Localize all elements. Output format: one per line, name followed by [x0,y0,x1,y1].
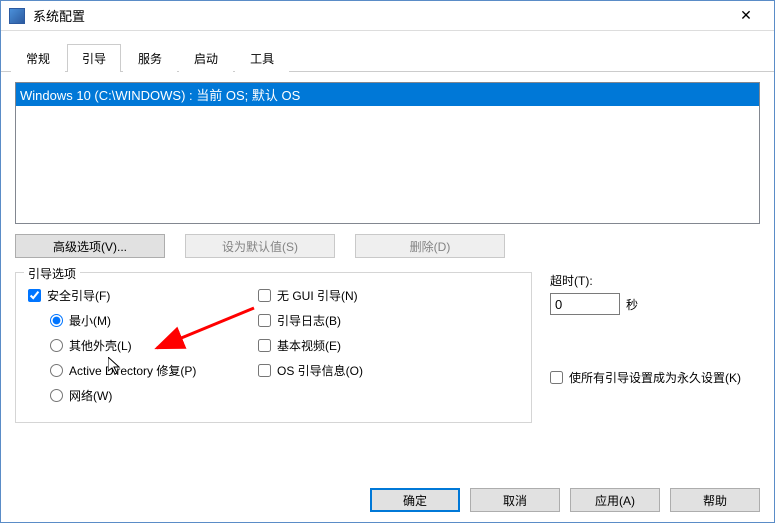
tab-tools[interactable]: 工具 [235,44,289,72]
permanent-input[interactable] [550,371,563,384]
radio-shell-input[interactable] [50,339,63,352]
advanced-options-button[interactable]: 高级选项(V)... [15,234,165,258]
ok-button[interactable]: 确定 [370,488,460,512]
window-title: 系统配置 [33,6,726,25]
app-icon [9,8,25,24]
osinfo-input[interactable] [258,364,271,377]
bootlog-checkbox[interactable]: 引导日志(B) [258,312,519,329]
radio-ad-input[interactable] [50,364,63,377]
safe-boot-input[interactable] [28,289,41,302]
button-row: 高级选项(V)... 设为默认值(S) 删除(D) [15,234,760,258]
right-panel: 超时(T): 秒 使所有引导设置成为永久设置(K) [550,272,760,423]
radio-ad-label: Active Directory 修复(P) [69,362,196,379]
cancel-button[interactable]: 取消 [470,488,560,512]
delete-button: 删除(D) [355,234,505,258]
basevideo-input[interactable] [258,339,271,352]
tab-startup[interactable]: 启动 [179,44,233,72]
titlebar: 系统配置 ✕ [1,1,774,31]
close-icon[interactable]: ✕ [726,2,766,30]
basevideo-label: 基本视频(E) [277,337,341,354]
timeout-input[interactable] [550,293,620,315]
radio-network-input[interactable] [50,389,63,402]
radio-network[interactable]: 网络(W) [50,387,228,404]
safe-boot-checkbox[interactable]: 安全引导(F) [28,287,228,304]
tab-general[interactable]: 常规 [11,44,65,72]
permanent-checkbox[interactable]: 使所有引导设置成为永久设置(K) [550,369,760,386]
tab-services[interactable]: 服务 [123,44,177,72]
set-default-button: 设为默认值(S) [185,234,335,258]
bootlog-input[interactable] [258,314,271,327]
safe-boot-label: 安全引导(F) [47,287,110,304]
apply-button[interactable]: 应用(A) [570,488,660,512]
lower-panel: 引导选项 安全引导(F) 最小(M) 其他外壳(L) [15,272,760,423]
nogui-checkbox[interactable]: 无 GUI 引导(N) [258,287,519,304]
radio-shell-label: 其他外壳(L) [69,337,132,354]
nogui-label: 无 GUI 引导(N) [277,287,358,304]
radio-minimal-input[interactable] [50,314,63,327]
basevideo-checkbox[interactable]: 基本视频(E) [258,337,519,354]
radio-ad[interactable]: Active Directory 修复(P) [50,362,228,379]
content-area: Windows 10 (C:\WINDOWS) : 当前 OS; 默认 OS 高… [1,72,774,433]
radio-minimal-label: 最小(M) [69,312,111,329]
osinfo-label: OS 引导信息(O) [277,362,363,379]
boot-options-legend: 引导选项 [24,265,80,282]
radio-network-label: 网络(W) [69,387,112,404]
nogui-input[interactable] [258,289,271,302]
osinfo-checkbox[interactable]: OS 引导信息(O) [258,362,519,379]
tab-bar: 常规 引导 服务 启动 工具 [1,35,774,72]
boot-options-group: 引导选项 安全引导(F) 最小(M) 其他外壳(L) [15,272,532,423]
radio-shell[interactable]: 其他外壳(L) [50,337,228,354]
timeout-label: 超时(T): [550,272,760,289]
tab-boot[interactable]: 引导 [67,44,121,72]
bootlog-label: 引导日志(B) [277,312,341,329]
permanent-label: 使所有引导设置成为永久设置(K) [569,369,741,386]
os-list-selected[interactable]: Windows 10 (C:\WINDOWS) : 当前 OS; 默认 OS [16,83,759,106]
os-listbox[interactable]: Windows 10 (C:\WINDOWS) : 当前 OS; 默认 OS [15,82,760,224]
dialog-footer: 确定 取消 应用(A) 帮助 [370,488,760,512]
help-button[interactable]: 帮助 [670,488,760,512]
timeout-unit: 秒 [626,296,638,313]
radio-minimal[interactable]: 最小(M) [50,312,228,329]
